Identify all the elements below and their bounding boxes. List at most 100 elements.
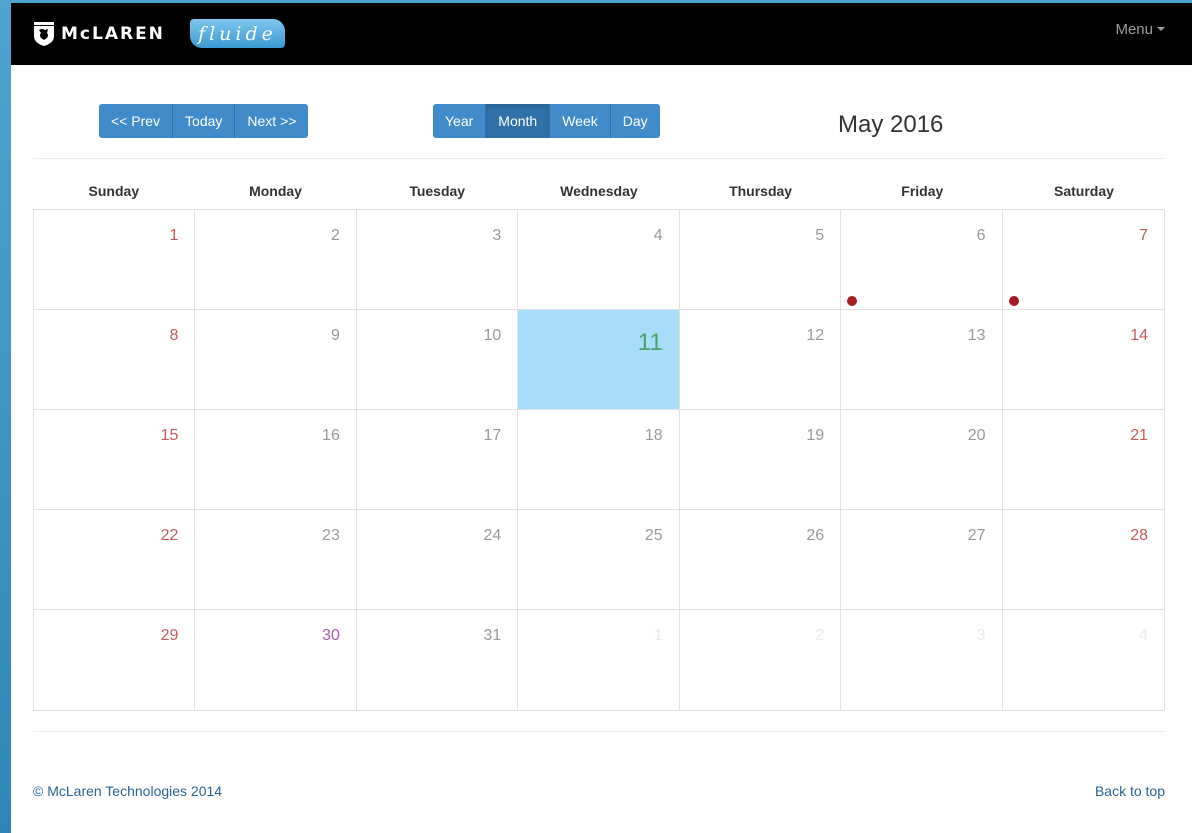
weekday-friday: Friday — [901, 183, 944, 199]
day-number: 20 — [967, 427, 986, 444]
day-cell[interactable]: 17 — [356, 410, 519, 510]
calendar-title: May 2016 — [838, 111, 944, 138]
day-cell[interactable]: 6 — [841, 210, 1003, 310]
menu-label: Menu — [1115, 21, 1153, 38]
day-number: 19 — [806, 427, 825, 444]
day-number: 2 — [330, 227, 340, 244]
top-navbar: McLAREN fluide Menu — [11, 3, 1192, 65]
day-number: 16 — [322, 427, 340, 444]
day-cell[interactable]: 10 — [356, 310, 519, 410]
day-cell[interactable]: 4 — [1003, 610, 1164, 710]
day-cell[interactable]: 30 — [195, 610, 357, 710]
day-cell[interactable]: 1 — [34, 210, 196, 310]
day-number: 4 — [1139, 627, 1148, 644]
day-cell[interactable]: 24 — [356, 510, 519, 610]
day-cell[interactable]: 5 — [679, 210, 842, 310]
fluide-logo[interactable]: fluide — [190, 19, 285, 48]
day-number: 24 — [483, 527, 502, 544]
day-cell[interactable]: 7 — [1002, 210, 1164, 310]
day-number: 7 — [1139, 227, 1148, 244]
day-cell[interactable]: 12 — [679, 310, 842, 410]
navigation-button-group: << Prev Today Next >> — [99, 104, 309, 138]
day-cell[interactable]: 2 — [195, 210, 357, 310]
day-cell[interactable]: 29 — [34, 610, 196, 710]
day-number: 31 — [483, 627, 502, 644]
day-number: 3 — [492, 227, 502, 244]
weekday-monday: Monday — [249, 183, 302, 199]
divider — [33, 158, 1165, 159]
day-cell[interactable]: 16 — [195, 410, 357, 510]
day-number: 23 — [322, 527, 340, 544]
day-number: 4 — [653, 227, 663, 244]
day-number: 3 — [976, 627, 986, 644]
day-number: 21 — [1130, 427, 1148, 444]
day-cell[interactable]: 19 — [679, 410, 842, 510]
fluide-logo-text: fluide — [198, 22, 277, 45]
day-cell[interactable]: 4 — [518, 210, 680, 310]
day-cell[interactable]: 9 — [195, 310, 357, 410]
day-cell[interactable]: 23 — [195, 510, 357, 610]
lion-crest-icon — [34, 22, 54, 46]
day-cell[interactable]: 25 — [518, 510, 680, 610]
day-cell[interactable]: 2 — [680, 610, 842, 710]
day-cell[interactable]: 14 — [1002, 310, 1164, 410]
day-cell[interactable]: 20 — [841, 410, 1003, 510]
day-cell[interactable]: 1 — [518, 610, 680, 710]
day-number: 27 — [967, 527, 986, 544]
day-number: 9 — [330, 327, 340, 344]
weekday-wednesday: Wednesday — [560, 183, 638, 199]
day-cell[interactable]: 8 — [34, 310, 196, 410]
day-number: 1 — [653, 627, 663, 644]
day-number: 6 — [976, 227, 986, 244]
divider — [33, 731, 1165, 732]
day-cell[interactable]: 3 — [356, 210, 519, 310]
weekday-tuesday: Tuesday — [409, 183, 466, 199]
day-number: 10 — [483, 327, 502, 344]
day-number: 5 — [815, 227, 825, 244]
day-cell[interactable]: 21 — [1002, 410, 1164, 510]
back-to-top-link[interactable]: Back to top — [1095, 783, 1165, 799]
day-number: 12 — [806, 327, 825, 344]
day-cell[interactable]: 27 — [841, 510, 1003, 610]
weekday-sunday: Sunday — [88, 183, 140, 199]
day-cell[interactable]: 28 — [1002, 510, 1164, 610]
day-view-button[interactable]: Day — [610, 104, 660, 138]
year-view-button[interactable]: Year — [433, 104, 487, 138]
day-cell[interactable]: 31 — [357, 610, 519, 710]
view-button-group: Year Month Week Day — [433, 104, 660, 138]
caret-down-icon — [1157, 27, 1165, 31]
day-cell-today[interactable]: 11 — [518, 310, 680, 410]
day-cell[interactable]: 15 — [34, 410, 196, 510]
today-button[interactable]: Today — [173, 104, 236, 138]
mclaren-brand-text: McLAREN — [61, 24, 165, 44]
day-number: 28 — [1130, 527, 1148, 544]
day-number: 25 — [644, 527, 663, 544]
prev-button[interactable]: << Prev — [99, 104, 174, 138]
month-grid: 1 2 3 4 5 6 7 8 9 10 11 12 13 14 15 16 17 18 19 20 21 22 23 24 2… — [33, 209, 1165, 711]
day-cell[interactable]: 3 — [841, 610, 1003, 710]
day-cell[interactable]: 26 — [679, 510, 842, 610]
day-number: 1 — [169, 227, 179, 244]
weekday-saturday: Saturday — [1054, 183, 1114, 199]
day-cell[interactable]: 22 — [34, 510, 196, 610]
day-number: 17 — [483, 427, 502, 444]
mclaren-logo[interactable]: McLAREN — [33, 21, 165, 47]
next-button[interactable]: Next >> — [235, 104, 309, 138]
day-number: 29 — [160, 627, 179, 644]
day-number: 2 — [815, 627, 825, 644]
day-cell[interactable]: 18 — [518, 410, 680, 510]
day-number: 26 — [806, 527, 825, 544]
day-cell[interactable]: 13 — [841, 310, 1003, 410]
day-number: 22 — [160, 527, 179, 544]
week-view-button[interactable]: Week — [550, 104, 611, 138]
app-window: McLAREN fluide Menu << Prev Today Next >… — [11, 3, 1192, 833]
day-number: 11 — [637, 329, 663, 356]
day-number: 8 — [169, 327, 179, 344]
month-view-button[interactable]: Month — [486, 104, 551, 138]
day-number: 15 — [160, 427, 179, 444]
event-dot-icon[interactable] — [847, 296, 858, 306]
event-dot-icon[interactable] — [1008, 296, 1019, 306]
menu-dropdown[interactable]: Menu — [1115, 21, 1165, 38]
weekday-thursday: Thursday — [729, 183, 793, 199]
day-number: 30 — [322, 627, 340, 644]
